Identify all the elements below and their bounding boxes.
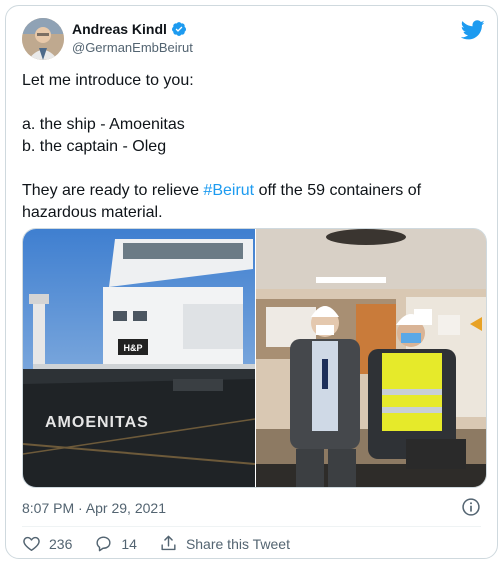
reply-count: 14 [121,535,137,552]
reply-bubble-icon [96,536,111,552]
author-block: Andreas Kindl @GermanEmbBeirut [72,20,193,55]
tweet-line-captain: b. the captain - Oleg [22,138,167,155]
share-icon [161,535,176,551]
author-handle[interactable]: @GermanEmbBeirut [72,40,193,55]
tweet-timestamp[interactable]: 8:07 PM · Apr 29, 2021 [22,500,166,516]
hashtag-link[interactable]: #Beirut [203,182,254,199]
author-name[interactable]: Andreas Kindl [72,21,167,37]
ship-sign-text: H&P [123,343,142,353]
ship-hull-name: AMOENITAS [45,414,149,431]
divider [22,526,481,527]
share-button[interactable]: Share this Tweet [159,534,290,553]
info-icon[interactable] [461,497,481,517]
share-label: Share this Tweet [185,535,290,552]
like-button[interactable]: 236 [22,534,72,553]
reply-button[interactable]: 14 [94,534,137,553]
tweet-line-relieve: They are ready to relieve #Beirut off th… [22,180,487,224]
ship-photo[interactable]: H&P AMOENITAS [23,229,256,487]
media-grid: H&P AMOENITAS [22,228,487,488]
like-count: 236 [49,535,73,552]
tweet-line-intro: Let me introduce to you: [22,72,194,89]
tweet-text: Let me introduce to you: a. the ship - A… [22,70,487,224]
heart-icon [23,536,40,551]
tweet-actions: 236 14 Share this Tweet [22,534,312,553]
tweet-text-pre: They are ready to relieve [22,182,204,199]
tweet-line-ship: a. the ship - Amoenitas [22,116,185,133]
avatar[interactable] [22,18,64,60]
twitter-bird-icon[interactable] [460,18,485,42]
verified-badge-icon [171,21,187,37]
tweet-card: Andreas Kindl @GermanEmbBeirut Let me in… [5,5,498,559]
captain-photo[interactable] [256,229,486,487]
